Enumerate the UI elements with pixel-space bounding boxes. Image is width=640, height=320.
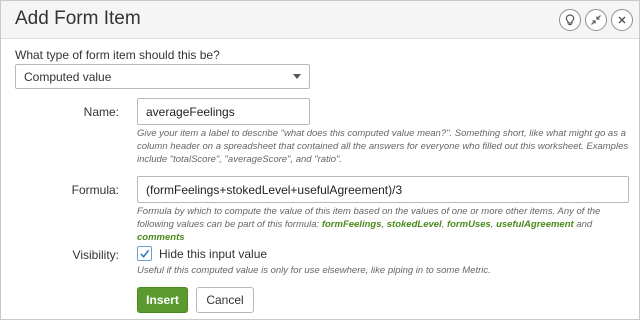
- dialog-title: Add Form Item: [15, 8, 141, 29]
- item-type-question: What type of form item should this be?: [15, 48, 220, 62]
- insert-button[interactable]: Insert: [137, 287, 188, 313]
- item-type-selected-value: Computed value: [24, 70, 112, 84]
- variable-link[interactable]: formUses: [447, 219, 491, 230]
- formula-input-value: (formFeelings+stokedLevel+usefulAgreemen…: [146, 183, 403, 197]
- variable-link[interactable]: comments: [137, 232, 185, 243]
- hide-input-label[interactable]: Hide this input value: [159, 247, 267, 261]
- variable-separator: and: [573, 219, 593, 230]
- name-input-value: averageFeelings: [146, 105, 235, 119]
- name-help-text: Give your item a label to describe "what…: [137, 128, 629, 165]
- formula-label: Formula:: [71, 183, 119, 197]
- lightbulb-icon[interactable]: [559, 9, 581, 31]
- variable-link[interactable]: formFeelings: [322, 219, 382, 230]
- hide-input-checkbox[interactable]: [137, 246, 152, 261]
- dialog-header: Add Form Item: [1, 1, 639, 39]
- close-icon[interactable]: [611, 9, 633, 31]
- variable-link[interactable]: usefulAgreement: [496, 219, 574, 230]
- name-input[interactable]: averageFeelings: [137, 98, 310, 125]
- formula-help-text: Formula by which to compute the value of…: [137, 205, 631, 244]
- formula-input[interactable]: (formFeelings+stokedLevel+usefulAgreemen…: [137, 176, 629, 203]
- chevron-down-icon: [293, 74, 301, 79]
- item-type-select[interactable]: Computed value: [15, 64, 310, 89]
- checkmark-icon: [140, 249, 150, 258]
- visibility-help-text: Useful if this computed value is only fo…: [137, 265, 491, 276]
- visibility-label: Visibility:: [72, 248, 119, 262]
- cancel-button[interactable]: Cancel: [196, 287, 254, 313]
- name-label: Name:: [83, 105, 119, 119]
- collapse-arrows-icon[interactable]: [585, 9, 607, 31]
- variable-link[interactable]: stokedLevel: [387, 219, 442, 230]
- add-form-item-dialog: Add Form Item What type of form item sho…: [0, 0, 640, 320]
